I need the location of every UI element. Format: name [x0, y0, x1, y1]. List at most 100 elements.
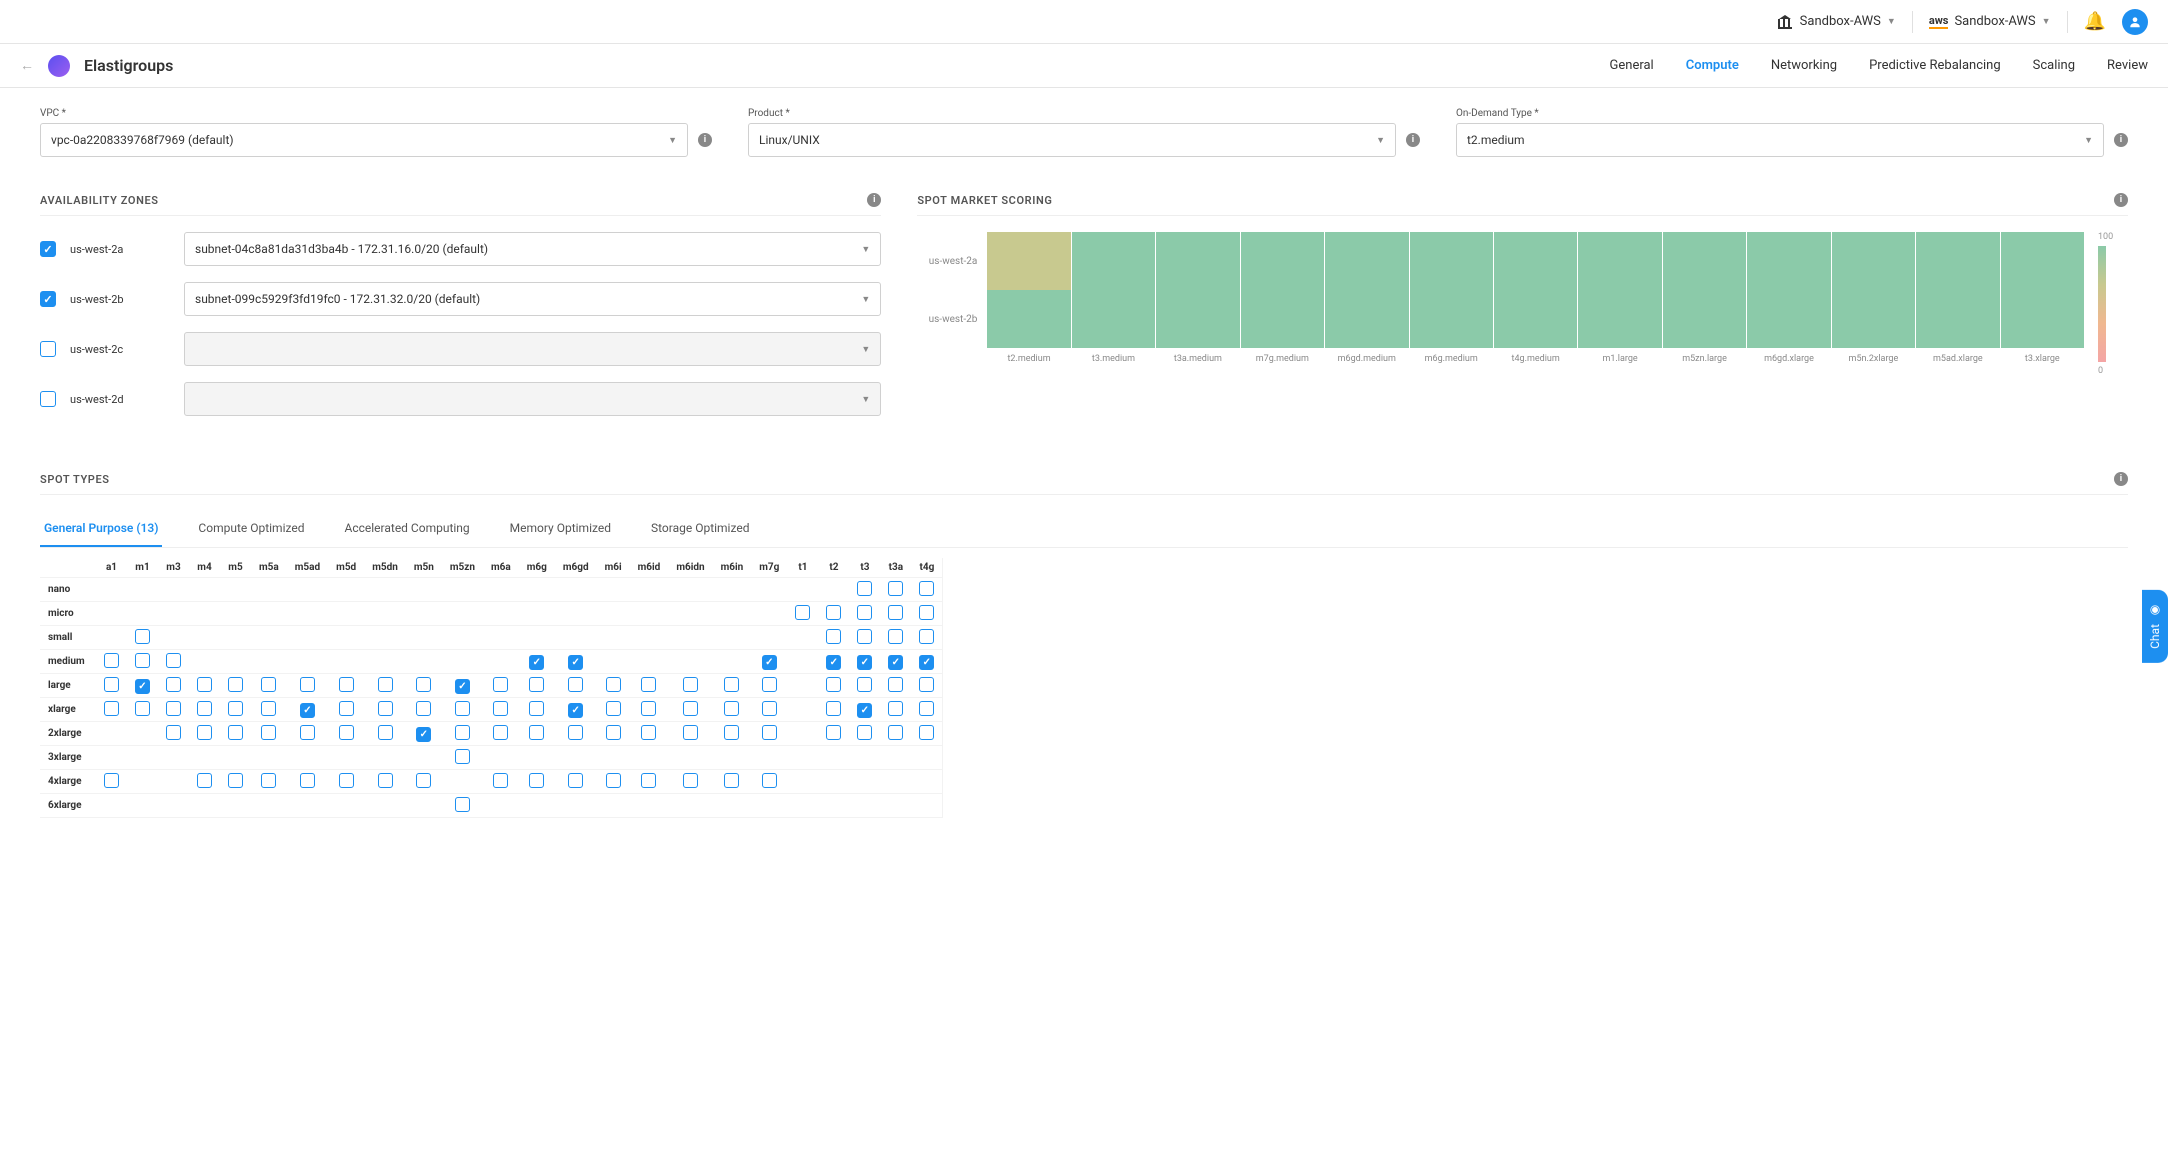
spot-tab[interactable]: Accelerated Computing: [341, 511, 474, 547]
instance-checkbox[interactable]: [300, 703, 315, 718]
instance-checkbox[interactable]: [261, 701, 276, 716]
nav-tab-networking[interactable]: Networking: [1771, 58, 1837, 73]
instance-checkbox[interactable]: [104, 677, 119, 692]
instance-checkbox[interactable]: [762, 655, 777, 670]
info-icon[interactable]: i: [2114, 133, 2128, 147]
instance-checkbox[interactable]: [339, 773, 354, 788]
nav-tab-predictive-rebalancing[interactable]: Predictive Rebalancing: [1869, 58, 2001, 73]
instance-checkbox[interactable]: [568, 655, 583, 670]
heatmap-cell[interactable]: [1072, 232, 1155, 290]
instance-checkbox[interactable]: [455, 797, 470, 812]
instance-checkbox[interactable]: [641, 701, 656, 716]
info-icon[interactable]: i: [867, 193, 881, 207]
instance-checkbox[interactable]: [762, 773, 777, 788]
instance-checkbox[interactable]: [795, 605, 810, 620]
instance-checkbox[interactable]: [888, 581, 903, 596]
instance-checkbox[interactable]: [378, 725, 393, 740]
chat-button[interactable]: Chat ◉: [2142, 590, 2168, 663]
instance-checkbox[interactable]: [228, 677, 243, 692]
instance-checkbox[interactable]: [166, 677, 181, 692]
instance-checkbox[interactable]: [724, 701, 739, 716]
instance-checkbox[interactable]: [919, 629, 934, 644]
instance-checkbox[interactable]: [762, 677, 777, 692]
instance-checkbox[interactable]: [378, 677, 393, 692]
instance-checkbox[interactable]: [135, 679, 150, 694]
instance-checkbox[interactable]: [826, 605, 841, 620]
az-checkbox[interactable]: [40, 291, 56, 307]
instance-checkbox[interactable]: [135, 629, 150, 644]
instance-checkbox[interactable]: [104, 773, 119, 788]
instance-checkbox[interactable]: [455, 749, 470, 764]
info-icon[interactable]: i: [1406, 133, 1420, 147]
instance-checkbox[interactable]: [826, 655, 841, 670]
heatmap-cell[interactable]: [1916, 290, 1999, 348]
instance-checkbox[interactable]: [888, 677, 903, 692]
instance-checkbox[interactable]: [724, 773, 739, 788]
heatmap-cell[interactable]: [2001, 232, 2084, 290]
instance-checkbox[interactable]: [416, 701, 431, 716]
instance-checkbox[interactable]: [724, 677, 739, 692]
heatmap-cell[interactable]: [987, 290, 1070, 348]
heatmap-cell[interactable]: [1747, 290, 1830, 348]
heatmap-cell[interactable]: [1410, 232, 1493, 290]
instance-checkbox[interactable]: [104, 653, 119, 668]
instance-checkbox[interactable]: [724, 725, 739, 740]
instance-checkbox[interactable]: [888, 701, 903, 716]
heatmap-cell[interactable]: [1747, 232, 1830, 290]
instance-checkbox[interactable]: [919, 581, 934, 596]
heatmap-cell[interactable]: [1663, 290, 1746, 348]
instance-checkbox[interactable]: [455, 725, 470, 740]
az-checkbox[interactable]: [40, 341, 56, 357]
instance-checkbox[interactable]: [683, 725, 698, 740]
instance-checkbox[interactable]: [568, 703, 583, 718]
instance-checkbox[interactable]: [228, 773, 243, 788]
info-icon[interactable]: i: [2114, 472, 2128, 486]
instance-checkbox[interactable]: [339, 701, 354, 716]
instance-checkbox[interactable]: [493, 677, 508, 692]
instance-checkbox[interactable]: [228, 701, 243, 716]
instance-checkbox[interactable]: [919, 701, 934, 716]
instance-checkbox[interactable]: [826, 677, 841, 692]
heatmap-cell[interactable]: [2001, 290, 2084, 348]
heatmap-cell[interactable]: [1832, 232, 1915, 290]
heatmap-cell[interactable]: [1663, 232, 1746, 290]
instance-checkbox[interactable]: [416, 773, 431, 788]
instance-checkbox[interactable]: [166, 725, 181, 740]
instance-checkbox[interactable]: [378, 701, 393, 716]
instance-checkbox[interactable]: [455, 701, 470, 716]
instance-checkbox[interactable]: [339, 725, 354, 740]
instance-checkbox[interactable]: [826, 701, 841, 716]
back-arrow[interactable]: ←: [20, 57, 34, 74]
heatmap-cell[interactable]: [1410, 290, 1493, 348]
instance-checkbox[interactable]: [493, 773, 508, 788]
heatmap-cell[interactable]: [1832, 290, 1915, 348]
instance-checkbox[interactable]: [166, 701, 181, 716]
instance-checkbox[interactable]: [300, 725, 315, 740]
instance-checkbox[interactable]: [416, 727, 431, 742]
instance-checkbox[interactable]: [919, 677, 934, 692]
instance-checkbox[interactable]: [568, 677, 583, 692]
instance-checkbox[interactable]: [529, 655, 544, 670]
instance-checkbox[interactable]: [919, 725, 934, 740]
nav-tab-general[interactable]: General: [1610, 58, 1654, 73]
instance-checkbox[interactable]: [641, 725, 656, 740]
heatmap-cell[interactable]: [1241, 290, 1324, 348]
instance-checkbox[interactable]: [300, 773, 315, 788]
instance-checkbox[interactable]: [416, 677, 431, 692]
nav-tab-compute[interactable]: Compute: [1686, 58, 1739, 73]
ondemand-select[interactable]: t2.medium▼: [1456, 123, 2104, 157]
org-selector-2[interactable]: awsSandbox-AWS▼: [1929, 14, 2051, 29]
instance-checkbox[interactable]: [888, 725, 903, 740]
heatmap-cell[interactable]: [1325, 232, 1408, 290]
instance-checkbox[interactable]: [857, 725, 872, 740]
instance-checkbox[interactable]: [606, 725, 621, 740]
instance-checkbox[interactable]: [683, 677, 698, 692]
heatmap-cell[interactable]: [1494, 232, 1577, 290]
spot-tab[interactable]: Storage Optimized: [647, 511, 753, 547]
instance-checkbox[interactable]: [857, 703, 872, 718]
instance-checkbox[interactable]: [857, 655, 872, 670]
instance-checkbox[interactable]: [529, 677, 544, 692]
instance-checkbox[interactable]: [197, 701, 212, 716]
instance-checkbox[interactable]: [888, 629, 903, 644]
vpc-select[interactable]: vpc-0a2208339768f7969 (default)▼: [40, 123, 688, 157]
